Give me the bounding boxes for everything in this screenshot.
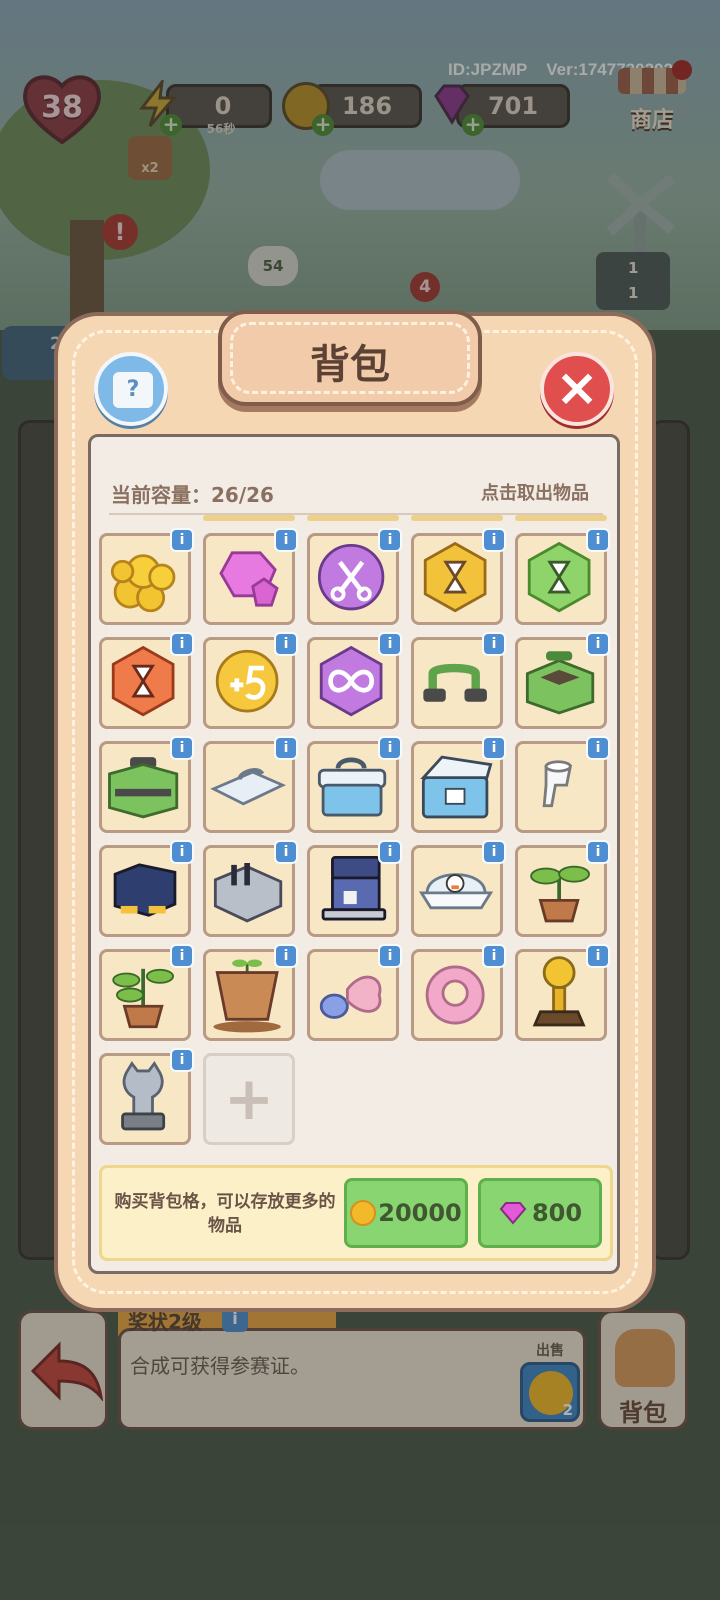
buy-slots-text: 购买背包格，可以存放更多的物品 xyxy=(114,1192,336,1236)
scroll-strip xyxy=(203,515,295,521)
item-info-button[interactable]: i xyxy=(274,632,298,656)
item-slot-small-plant-pot[interactable]: i xyxy=(99,944,194,1041)
item-info-button[interactable]: i xyxy=(378,944,402,968)
item-slot-coffee-machine[interactable]: i xyxy=(307,840,402,937)
item-slot-pink-donut-ring[interactable]: i xyxy=(411,944,506,1041)
gem-icon xyxy=(499,1202,527,1225)
item-info-button[interactable]: i xyxy=(586,840,610,864)
item-slot-blue-cooler[interactable]: i xyxy=(307,736,402,833)
tap-hint: 点击取出物品 xyxy=(481,483,589,504)
item-info-button[interactable]: i xyxy=(170,736,194,760)
scroll-strip xyxy=(411,515,503,521)
item-slot-pink-bow[interactable]: i xyxy=(307,944,402,1041)
item-info-button[interactable]: i xyxy=(586,944,610,968)
item-info-button[interactable]: i xyxy=(170,528,194,552)
item-info-button[interactable]: i xyxy=(482,632,506,656)
item-info-button[interactable]: i xyxy=(170,944,194,968)
item-slot-gold-trophy[interactable]: i xyxy=(515,944,610,1041)
item-info-button[interactable]: i xyxy=(170,1048,194,1072)
item-info-button[interactable]: i xyxy=(170,840,194,864)
item-slot-white-box-lid[interactable]: i xyxy=(203,736,298,833)
item-info-button[interactable]: i xyxy=(482,736,506,760)
item-slot-yellow-hourglass[interactable]: i xyxy=(411,528,506,625)
buy-with-coins-button[interactable]: 20000 xyxy=(344,1178,468,1248)
item-slot-plus-five-token[interactable]: i xyxy=(203,632,298,729)
item-info-button[interactable]: i xyxy=(378,736,402,760)
item-info-button[interactable]: i xyxy=(274,736,298,760)
item-slot-blue-cat-cooler[interactable]: i xyxy=(411,736,506,833)
item-info-button[interactable]: i xyxy=(274,944,298,968)
item-slot-coin-pile[interactable]: i xyxy=(99,528,194,625)
item-info-button[interactable]: i xyxy=(482,528,506,552)
capacity-label: 当前容量：26/26 xyxy=(111,483,274,507)
item-slot-green-hourglass[interactable]: i xyxy=(515,528,610,625)
close-icon: × xyxy=(555,358,599,418)
help-button[interactable]: ? xyxy=(94,352,168,426)
question-shirt-icon: ? xyxy=(113,372,153,408)
item-info-button[interactable]: i xyxy=(378,528,402,552)
buy-slots-area: 购买背包格，可以存放更多的物品 20000 800 xyxy=(99,1165,613,1261)
buy-with-gems-button[interactable]: 800 xyxy=(478,1178,602,1248)
coin-price: 20000 xyxy=(378,1199,462,1227)
item-slot-duck-bowl[interactable]: i xyxy=(411,840,506,937)
modal-title: 背包 xyxy=(310,342,390,388)
item-info-button[interactable]: i xyxy=(378,632,402,656)
gem-price: 800 xyxy=(531,1199,583,1227)
item-info-button[interactable]: i xyxy=(170,632,194,656)
item-slot-cat-statue[interactable]: i xyxy=(99,1048,194,1145)
item-slot-green-handle[interactable]: i xyxy=(411,632,506,729)
item-slot-infinity-token[interactable]: i xyxy=(307,632,402,729)
item-info-button[interactable]: i xyxy=(482,840,506,864)
item-info-button[interactable]: i xyxy=(274,840,298,864)
item-slot-green-toolbox-open[interactable]: i xyxy=(515,632,610,729)
item-info-button[interactable]: i xyxy=(586,632,610,656)
item-slot-grey-toaster[interactable]: i xyxy=(203,840,298,937)
add-slot-button[interactable]: + xyxy=(203,1053,295,1145)
item-slot-sprout-pot[interactable]: i xyxy=(515,840,610,937)
item-info-button[interactable]: i xyxy=(586,736,610,760)
modal-title-plate: 背包 xyxy=(218,310,482,406)
item-slot-green-toolbox[interactable]: i xyxy=(99,736,194,833)
item-slot-pink-gems[interactable]: i xyxy=(203,528,298,625)
inventory-panel: 当前容量：26/26 点击取出物品 i i i i i i i i i i i … xyxy=(88,434,620,1274)
close-button[interactable]: × xyxy=(540,352,614,426)
item-info-button[interactable]: i xyxy=(482,944,506,968)
item-slot-scissors-token[interactable]: i xyxy=(307,528,402,625)
scroll-strip xyxy=(307,515,399,521)
item-info-button[interactable]: i xyxy=(274,528,298,552)
item-slot-seedling-pot[interactable]: i xyxy=(203,944,298,1041)
coin-icon xyxy=(350,1200,377,1226)
scroll-strip xyxy=(515,515,607,521)
item-slot-orange-hourglass[interactable]: i xyxy=(99,632,194,729)
item-slot-navy-toaster[interactable]: i xyxy=(99,840,194,937)
item-info-button[interactable]: i xyxy=(586,528,610,552)
item-slot-white-cup[interactable]: i xyxy=(515,736,610,833)
item-info-button[interactable]: i xyxy=(378,840,402,864)
